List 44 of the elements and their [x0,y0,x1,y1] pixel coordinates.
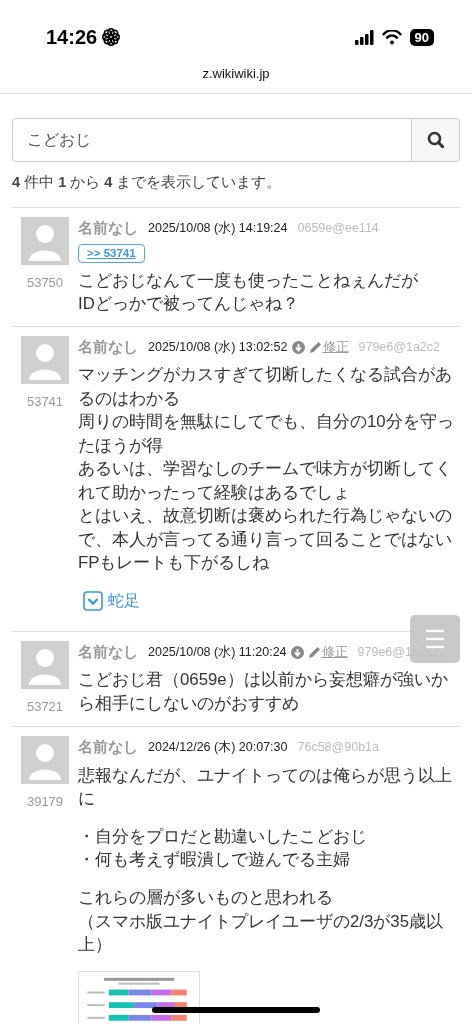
pencil-icon [307,645,321,660]
post-date: 2025/10/08 (水) 11:20:24 [148,643,287,661]
author-name: 名前なし [78,737,138,758]
avatar-icon [21,335,69,384]
post-date: 2024/12/26 (木) 20:07:30 [148,739,288,757]
post-number: 53721 [26,697,64,716]
reply-link[interactable]: >> 53741 [78,243,145,263]
post-text: 悲報なんだが、ユナイトってのは俺らが思う以上に [78,764,453,811]
edit-link[interactable]: 修正 [307,642,348,662]
search-button[interactable] [412,117,460,162]
download-icon [290,645,304,659]
post-text: こどおじ君（0659e）は以前から妄想癖が強いから相手にしないのがおすすめ [78,669,449,715]
signal-icon [354,29,374,45]
search-field[interactable]: こどおじ [12,117,412,162]
author-name: 名前なし [78,641,138,662]
post-text: マッチングがカスすぎて切断したくなる試合があるのはわかる 周りの時間を無駄にしてでも、自分の10分を守ったほうが得 あるいは、学習なしのチームで味方が切断してくれて助かったって経験はあるでしょ とはいえ、故意切断は褒められた行為じゃないので、本人が言ってる通り言って回ることではない FPもレートも下がるしね [78,364,455,575]
download-icon [291,340,305,354]
pencil-icon [308,340,322,355]
clock-time: 14:26 [46,25,98,50]
poster-id: 979e6@1a2c2 [358,338,440,356]
wifi-icon [381,29,402,45]
battery-level: 90 [409,28,434,46]
post-number: 39179 [26,793,64,812]
post-text: こどおじなんて一度も使ったことねぇんだが IDどっかで被ってんじゃね？ [78,269,419,316]
search-icon [427,131,444,148]
avatar-icon [21,736,69,785]
post-date: 2025/10/08 (水) 13:02:52 [148,338,288,356]
avatar-icon [21,217,69,266]
poster-id: 0659e@ee114 [297,220,379,238]
post-text: ・自分をプロだと勘違いしたこどおじ ・何も考えず暇潰しで遊んでる主婦 [78,825,368,872]
menu-icon [426,629,444,649]
address-url: z.wikiwiki.jp [0,56,472,94]
gear-icon [101,27,122,47]
result-summary: 4 件中 1 から 4 までを表示しています。 [12,171,460,209]
post-date: 2025/10/08 (水) 14:19:24 [148,220,288,238]
post-text: これらの層が多いものと思われる （スマホ版ユナイトプレイユーザの2/3が35歳以上） [78,887,444,956]
post-number: 53750 [26,274,64,293]
avatar-icon [21,640,69,689]
author-name: 名前なし [78,218,138,239]
post-number: 53741 [26,392,64,411]
edit-link[interactable]: 修正 [308,337,349,357]
toggle-link[interactable]: 蛇足 [83,588,140,613]
author-name: 名前なし [78,336,138,357]
poster-id: 76c58@90b1a [297,739,379,757]
